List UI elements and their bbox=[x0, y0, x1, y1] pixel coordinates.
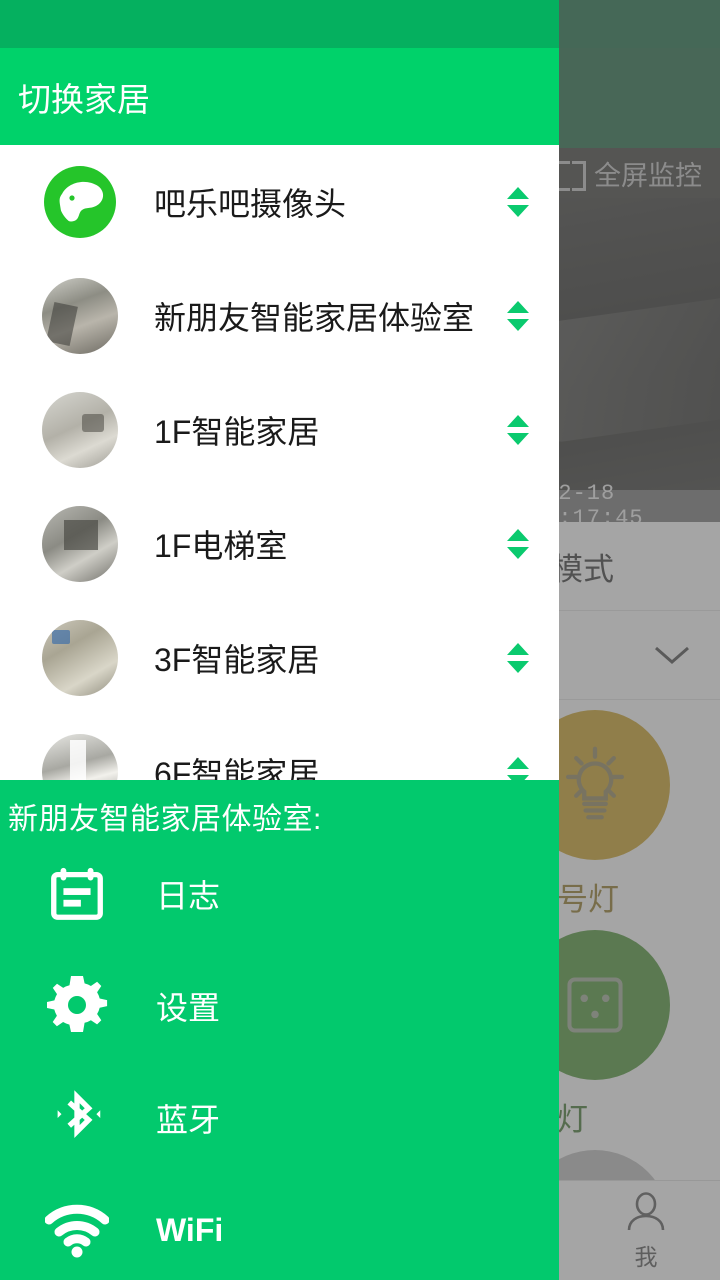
home-list[interactable]: 吧乐吧摄像头 新朋友智能家居体验室 1F智能家居 1F电梯室 3F智能家居 6F… bbox=[0, 145, 559, 780]
navigation-drawer: 切换家居 吧乐吧摄像头 新朋友智能家居体验室 1F智能家居 1F电梯室 3F智能… bbox=[0, 0, 559, 1280]
sort-arrows-icon[interactable] bbox=[503, 638, 533, 678]
sort-arrows-icon[interactable] bbox=[503, 296, 533, 336]
list-item-label: 新朋友智能家居体验室 bbox=[154, 300, 475, 336]
drawer-menu-panel: 新朋友智能家居体验室: 日志 设置 蓝牙 WiFi bbox=[0, 780, 559, 1280]
brand-logo-icon bbox=[44, 166, 116, 238]
menu-item-label: 设置 bbox=[156, 990, 221, 1026]
drawer-status-bar bbox=[0, 0, 559, 48]
list-item-label: 6F智能家居 bbox=[154, 756, 320, 780]
menu-item-log[interactable]: 日志 bbox=[0, 838, 559, 950]
menu-item-bluetooth[interactable]: 蓝牙 bbox=[0, 1062, 559, 1174]
sort-arrows-icon[interactable] bbox=[503, 752, 533, 780]
list-item-label: 吧乐吧摄像头 bbox=[154, 186, 347, 222]
list-item[interactable]: 吧乐吧摄像头 bbox=[0, 145, 559, 259]
menu-item-label: 日志 bbox=[156, 878, 221, 914]
avatar bbox=[42, 734, 118, 780]
list-item[interactable]: 6F智能家居 bbox=[0, 715, 559, 780]
list-item-label: 3F智能家居 bbox=[154, 642, 320, 678]
avatar bbox=[42, 278, 118, 354]
drawer-title-bar: 切换家居 bbox=[0, 48, 559, 145]
avatar bbox=[42, 164, 118, 240]
list-item-label: 1F智能家居 bbox=[154, 414, 320, 450]
list-item[interactable]: 3F智能家居 bbox=[0, 601, 559, 715]
avatar bbox=[42, 506, 118, 582]
menu-item-label: WiFi bbox=[156, 1211, 224, 1248]
list-item[interactable]: 1F智能家居 bbox=[0, 373, 559, 487]
menu-item-settings[interactable]: 设置 bbox=[0, 950, 559, 1062]
avatar bbox=[42, 620, 118, 696]
list-item[interactable]: 新朋友智能家居体验室 bbox=[0, 259, 559, 373]
wifi-icon bbox=[44, 1197, 110, 1263]
sort-arrows-icon[interactable] bbox=[503, 524, 533, 564]
sort-arrows-icon[interactable] bbox=[503, 410, 533, 450]
page-title: 切换家居 bbox=[18, 80, 150, 118]
sort-arrows-icon[interactable] bbox=[503, 182, 533, 222]
gear-icon bbox=[44, 973, 110, 1039]
screen-root: 全屏监控 -12-18 16:17:45 情景模式 bbox=[0, 0, 720, 1280]
menu-item-wifi[interactable]: WiFi bbox=[0, 1174, 559, 1280]
list-item-label: 1F电梯室 bbox=[154, 528, 288, 564]
list-item[interactable]: 1F电梯室 bbox=[0, 487, 559, 601]
bluetooth-icon bbox=[44, 1085, 110, 1151]
avatar bbox=[42, 392, 118, 468]
drawer-menu-header: 新朋友智能家居体验室: bbox=[8, 803, 322, 836]
menu-item-label: 蓝牙 bbox=[156, 1102, 221, 1138]
log-calendar-icon bbox=[44, 861, 110, 927]
